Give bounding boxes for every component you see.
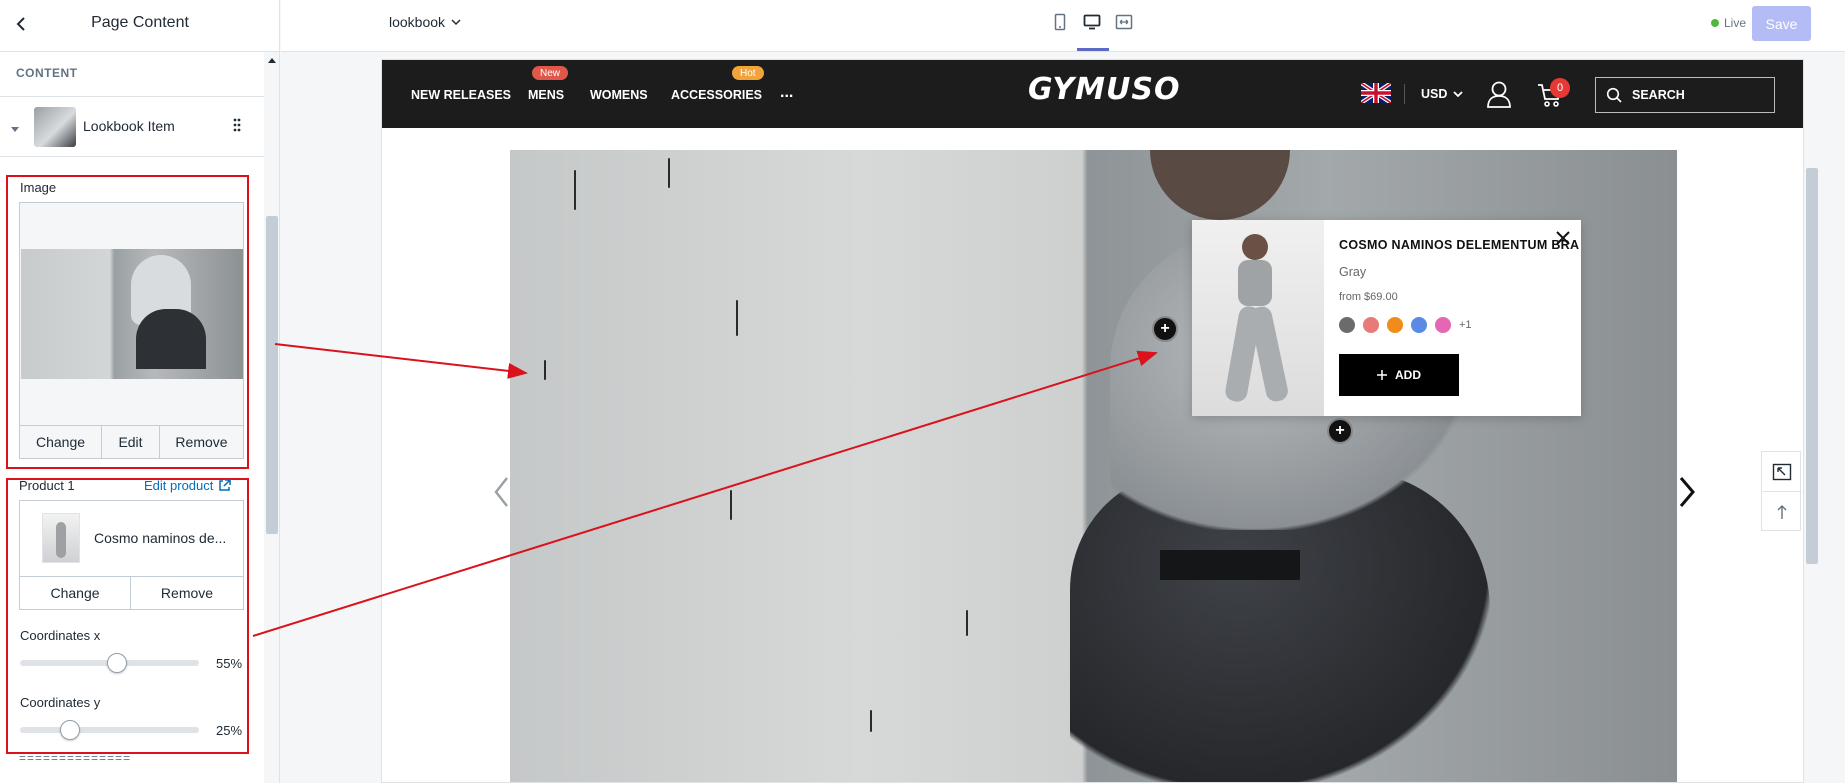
- mobile-view-icon[interactable]: [1051, 12, 1069, 32]
- coord-x-value: 55%: [216, 656, 243, 671]
- nav-mens[interactable]: MENS: [528, 88, 564, 102]
- drag-handle-icon[interactable]: [232, 117, 242, 133]
- product-label: Product 1: [19, 478, 75, 493]
- user-icon[interactable]: [1486, 80, 1512, 108]
- hotspot-plus-icon[interactable]: +: [1152, 316, 1178, 342]
- swatch-gray[interactable]: [1339, 317, 1355, 333]
- popup-variant: Gray: [1339, 265, 1367, 279]
- nav-separator: [1404, 84, 1405, 104]
- coord-y-label: Coordinates y: [20, 695, 101, 710]
- nav-accessories[interactable]: ACCESSORIES: [671, 88, 762, 102]
- image-label: Image: [20, 180, 57, 195]
- swatch-blue[interactable]: [1411, 317, 1427, 333]
- preview-frame: NEW RELEASES MENS New WOMENS ACCESSORIES…: [381, 59, 1804, 783]
- image-picker[interactable]: Change Edit Remove: [19, 202, 244, 459]
- add-label[interactable]: ADD: [1395, 368, 1421, 382]
- search-icon: [1606, 87, 1622, 103]
- back-icon[interactable]: [10, 13, 32, 35]
- product-thumbnail: [42, 513, 80, 563]
- remove-image-button[interactable]: Remove: [160, 426, 243, 458]
- store-search[interactable]: SEARCH: [1595, 77, 1775, 113]
- search-placeholder[interactable]: SEARCH: [1632, 88, 1685, 102]
- uk-flag-icon[interactable]: [1359, 81, 1393, 105]
- swatch-magenta[interactable]: [1435, 317, 1451, 333]
- coord-y-value: 25%: [216, 723, 243, 738]
- next-slide-arrow-icon[interactable]: [1675, 472, 1701, 512]
- active-device-indicator: [1077, 48, 1109, 51]
- sidebar-scroll-thumb[interactable]: [266, 216, 278, 534]
- cart-count-badge: 0: [1550, 78, 1570, 98]
- model-hair: [1150, 150, 1290, 220]
- coord-x-label: Coordinates x: [20, 628, 101, 643]
- product-name: Cosmo naminos de...: [94, 530, 227, 546]
- template-name[interactable]: lookbook: [389, 14, 445, 30]
- edit-product-link[interactable]: Edit product: [144, 478, 232, 493]
- store-navbar: NEW RELEASES MENS New WOMENS ACCESSORIES…: [382, 60, 1803, 128]
- chevron-down-icon[interactable]: [1453, 90, 1464, 98]
- currency-label[interactable]: USD: [1421, 87, 1447, 101]
- plus-icon: [1377, 370, 1387, 380]
- caret-down-icon[interactable]: [10, 121, 20, 132]
- nav-womens[interactable]: WOMENS: [590, 88, 648, 102]
- device-switcher: [1051, 12, 1133, 32]
- preview-tools: [1761, 451, 1802, 532]
- divider-text: ==============: [19, 751, 132, 765]
- editor-topbar: lookbook Live Save: [281, 0, 1845, 52]
- swatch-orange[interactable]: [1387, 317, 1403, 333]
- popup-product-title[interactable]: COSMO NAMINOS DELEMENTUM BRA: [1339, 238, 1579, 252]
- edit-image-button[interactable]: Edit: [102, 426, 160, 458]
- hot-badge: Hot: [732, 66, 764, 80]
- scroll-to-top-icon[interactable]: [1762, 492, 1802, 532]
- save-button[interactable]: Save: [1752, 6, 1811, 41]
- lookbook-item-thumbnail: [34, 107, 76, 147]
- desktop-view-icon[interactable]: [1083, 12, 1101, 32]
- inspector-icon[interactable]: [1762, 452, 1802, 492]
- add-to-cart-button[interactable]: ADD: [1339, 354, 1459, 396]
- more-swatches[interactable]: +1: [1459, 319, 1472, 331]
- currency-selector[interactable]: USD: [1421, 87, 1464, 101]
- live-status: Live: [1711, 16, 1746, 30]
- section-label: CONTENT: [16, 66, 78, 80]
- scroll-up-arrow-icon[interactable]: [266, 54, 278, 66]
- full-width-view-icon[interactable]: [1115, 12, 1133, 32]
- coord-y-track[interactable]: [20, 727, 199, 733]
- lookbook-item-row[interactable]: Lookbook Item: [0, 97, 264, 157]
- template-selector[interactable]: lookbook: [389, 14, 461, 30]
- popup-product-image[interactable]: [1192, 220, 1324, 416]
- coord-y-slider-knob[interactable]: [59, 720, 80, 740]
- color-swatches: +1: [1339, 317, 1472, 333]
- live-dot-icon: [1711, 19, 1719, 27]
- change-product-button[interactable]: Change: [20, 577, 131, 609]
- hotspot-plus-icon[interactable]: +: [1327, 418, 1353, 444]
- image-buttons: Change Edit Remove: [20, 425, 243, 458]
- sidebar-header: Page Content: [0, 0, 279, 52]
- nav-more[interactable]: ...: [780, 84, 793, 102]
- chevron-down-icon[interactable]: [451, 18, 461, 26]
- change-image-button[interactable]: Change: [20, 426, 102, 458]
- image-preview: [21, 249, 243, 379]
- live-label: Live: [1724, 16, 1747, 30]
- edit-product-label[interactable]: Edit product: [144, 478, 213, 493]
- product-buttons: Change Remove: [20, 576, 243, 609]
- product-quickview-popup: COSMO NAMINOS DELEMENTUM BRA Gray from $…: [1192, 220, 1581, 416]
- product-card[interactable]: Cosmo naminos de... Change Remove: [19, 500, 244, 610]
- sidebar: Page Content CONTENT Lookbook Item Image…: [0, 0, 280, 783]
- store-logo[interactable]: GYMUSO: [1028, 72, 1180, 107]
- swatch-pink[interactable]: [1363, 317, 1379, 333]
- sidebar-title: Page Content: [91, 14, 189, 31]
- external-link-icon[interactable]: [218, 479, 232, 492]
- preview-scrollbar[interactable]: [1806, 168, 1818, 564]
- prev-slide-arrow-icon[interactable]: [492, 472, 512, 512]
- nav-new-releases[interactable]: NEW RELEASES: [411, 88, 511, 102]
- new-badge: New: [532, 66, 569, 80]
- lookbook-item-label: Lookbook Item: [83, 118, 175, 134]
- popup-price: from $69.00: [1339, 291, 1398, 303]
- remove-product-button[interactable]: Remove: [131, 577, 243, 609]
